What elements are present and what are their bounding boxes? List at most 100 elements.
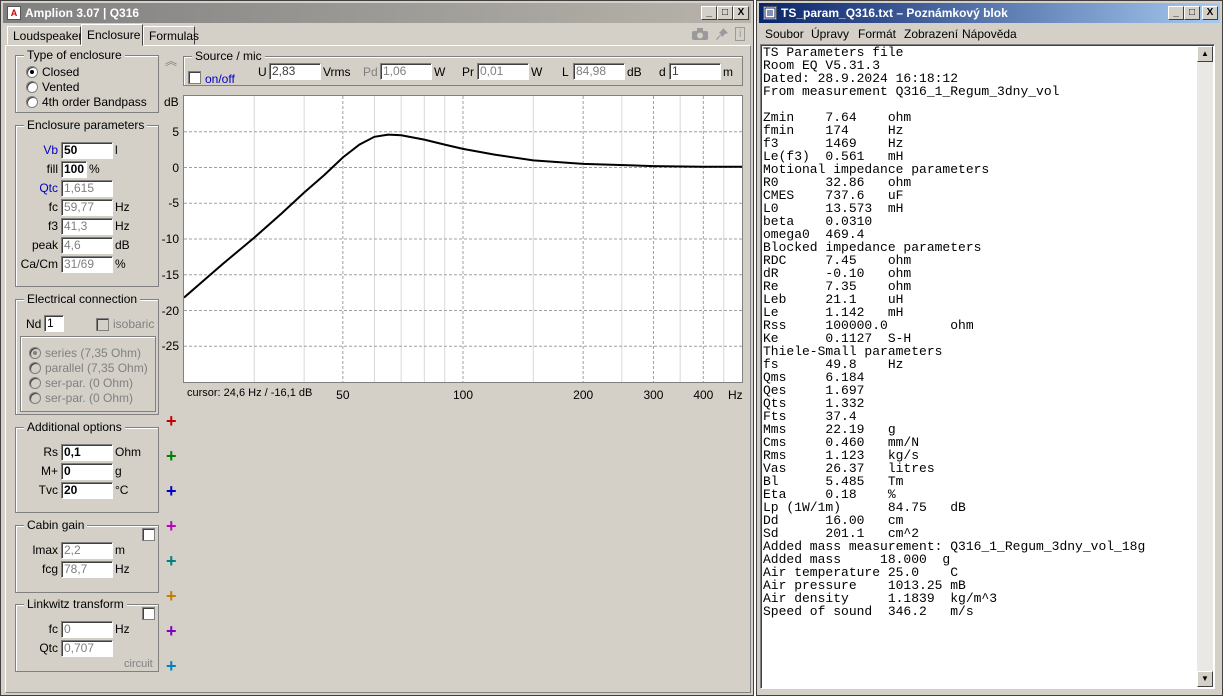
u-field[interactable]: 2,83 (269, 63, 321, 80)
radio-bandpass[interactable] (26, 96, 38, 108)
maximize-button[interactable]: □ (717, 6, 733, 20)
circuit-link[interactable]: circuit (124, 656, 153, 672)
scroll-up-button[interactable]: ▲ (1197, 46, 1213, 62)
menu-format[interactable]: Formát (858, 27, 896, 41)
cabin-gain-checkbox[interactable] (142, 528, 155, 541)
source-onoff-checkbox[interactable] (188, 71, 201, 84)
y-tick-label: -25 (161, 339, 179, 354)
menu-napoveda[interactable]: Nápověda (962, 27, 1017, 41)
pin-icon[interactable] (715, 27, 729, 44)
menu-zobrazeni[interactable]: Zobrazení (904, 27, 958, 41)
tab-enclosure[interactable]: Enclosure (81, 24, 143, 46)
lmax-unit: m (115, 543, 125, 557)
add-curve-button[interactable]: + (166, 587, 177, 605)
add-curve-button[interactable]: + (166, 412, 177, 430)
rs-label: Rs (43, 445, 58, 459)
source-onoff-label[interactable]: on/off (205, 71, 235, 87)
electrical-connection-group: Electrical connection Nd 1 isobaric seri… (15, 292, 159, 415)
add-curve-button[interactable]: + (166, 657, 177, 675)
minimize-button[interactable]: _ (701, 6, 717, 20)
radio-ser-par-2[interactable] (29, 392, 41, 404)
m-plus-label: M+ (40, 464, 58, 478)
frequency-response-plot[interactable] (183, 95, 743, 383)
enclosure-parameters-legend: Enclosure parameters (24, 118, 148, 132)
radio-closed-label[interactable]: Closed (42, 64, 79, 80)
linkwitz-fc-label: fc (48, 622, 58, 636)
tvc-field[interactable]: 20 (61, 482, 113, 499)
linkwitz-transform-group: Linkwitz transform fc 0 Hz Qtc 0,707 cir… (15, 597, 159, 672)
notepad-titlebar[interactable]: TS_param_Q316.txt – Poznámkový blok _ □ … (759, 3, 1220, 23)
nd-label: Nd (26, 317, 42, 331)
peak-field: 4,6 (61, 237, 113, 254)
y-tick-label: 0 (172, 160, 179, 175)
isobaric-checkbox[interactable] (96, 318, 109, 331)
lmax-field[interactable]: 2,2 (61, 542, 113, 559)
d-field[interactable]: 1 (669, 63, 721, 80)
radio-parallel[interactable] (29, 362, 41, 374)
notepad-close-button[interactable]: X (1202, 6, 1218, 20)
add-curve-button[interactable]: + (166, 447, 177, 465)
connection-options-box: series (7,35 Ohm) parallel (7,35 Ohm) se… (20, 336, 156, 412)
fcg-unit: Hz (115, 562, 130, 576)
linkwitz-checkbox[interactable] (142, 607, 155, 620)
m-plus-field[interactable]: 0 (61, 463, 113, 480)
notepad-maximize-button[interactable]: □ (1184, 6, 1200, 20)
menu-upravy[interactable]: Úpravy (811, 27, 849, 41)
linkwitz-qtc-field[interactable]: 0,707 (61, 640, 113, 657)
f3-label: f3 (47, 219, 58, 233)
radio-vented-label[interactable]: Vented (42, 79, 79, 95)
tab-formulas[interactable]: Formulas (143, 26, 199, 45)
add-curve-button[interactable]: + (166, 622, 177, 640)
ca-cm-field: 31/69 (61, 256, 113, 273)
fcg-field: 78,7 (61, 561, 113, 578)
y-tick-label: -20 (161, 303, 179, 318)
fill-field[interactable]: 100 (61, 161, 87, 178)
additional-options-group: Additional options Rs 0,1 Ohm M+ 0 g Tvc… (15, 420, 159, 513)
rs-field[interactable]: 0,1 (61, 444, 113, 461)
add-curve-button[interactable]: + (166, 482, 177, 500)
close-button[interactable]: X (733, 6, 749, 20)
qtc-label: Qtc (39, 181, 58, 195)
radio-series[interactable] (29, 347, 41, 359)
radio-closed[interactable] (26, 66, 38, 78)
vertical-scrollbar[interactable]: ▲ ▼ (1197, 46, 1213, 687)
y-tick-label: 5 (172, 124, 179, 139)
notepad-text-area[interactable]: TS Parameters file Room EQ V5.31.3 Dated… (760, 44, 1215, 689)
notepad-window: TS_param_Q316.txt – Poznámkový blok _ □ … (756, 0, 1223, 696)
camera-icon[interactable] (691, 27, 709, 44)
l-unit: dB (627, 65, 642, 79)
tab-loudspeaker[interactable]: Loudspeaker (7, 26, 82, 45)
info-glyph: i (735, 27, 746, 41)
pd-label: Pd (363, 65, 378, 79)
pr-field: 0,01 (477, 63, 529, 80)
notepad-menubar: Soubor Úpravy Formát Zobrazení Nápověda (759, 25, 1220, 43)
collapse-chevron-icon[interactable]: ︽ (165, 53, 177, 69)
vb-field[interactable]: 50 (61, 142, 113, 159)
pd-field: 1,06 (380, 63, 432, 80)
tvc-unit: °C (115, 483, 129, 497)
amplion-title: Amplion 3.07 | Q316 (25, 6, 140, 20)
pr-label: Pr (462, 65, 474, 79)
y-tick-label: -10 (161, 232, 179, 246)
cursor-readout: cursor: 24,6 Hz / -16,1 dB (187, 387, 313, 399)
add-curve-button[interactable]: + (166, 517, 177, 535)
vb-label: Vb (43, 143, 58, 157)
menu-soubor[interactable]: Soubor (765, 27, 804, 41)
nd-field[interactable]: 1 (44, 315, 64, 332)
amplion-titlebar[interactable]: A Amplion 3.07 | Q316 _ □ X (3, 3, 751, 23)
add-curve-button[interactable]: + (166, 552, 177, 570)
radio-vented[interactable] (26, 81, 38, 93)
linkwitz-fc-field[interactable]: 0 (61, 621, 113, 638)
radio-bandpass-label[interactable]: 4th order Bandpass (42, 94, 147, 110)
radio-ser-par-1[interactable] (29, 377, 41, 389)
fill-label: fill (46, 162, 58, 176)
u-unit: Vrms (323, 65, 351, 79)
notepad-title: TS_param_Q316.txt – Poznámkový blok (781, 6, 1008, 20)
fc-field: 59,77 (61, 199, 113, 216)
l-label: L (562, 65, 569, 79)
scroll-down-button[interactable]: ▼ (1197, 671, 1213, 687)
info-icon[interactable]: i (735, 27, 746, 41)
notepad-app-icon (763, 6, 777, 20)
notepad-minimize-button[interactable]: _ (1168, 6, 1184, 20)
notepad-text: TS Parameters file Room EQ V5.31.3 Dated… (763, 45, 1146, 619)
